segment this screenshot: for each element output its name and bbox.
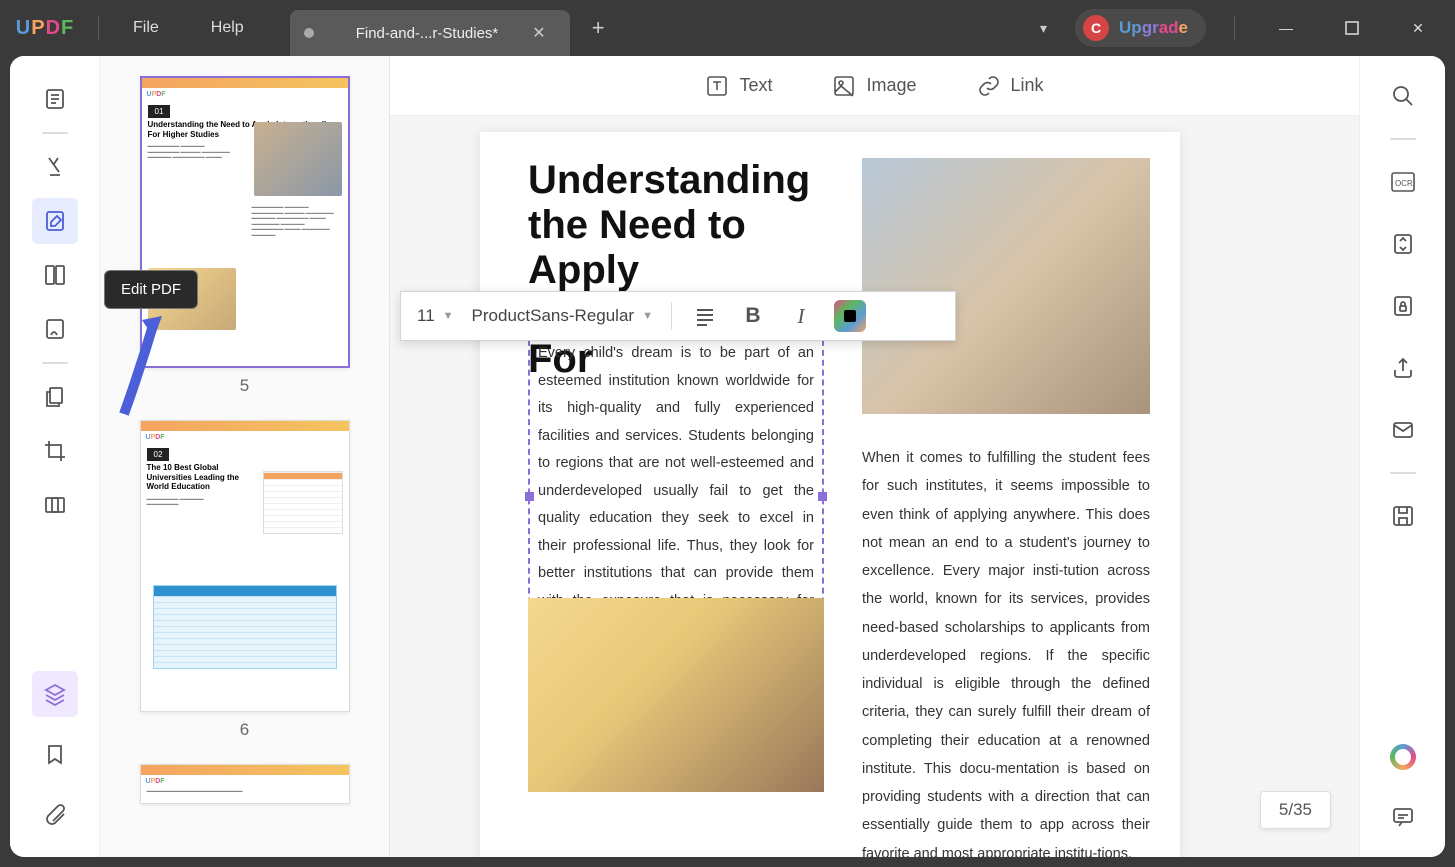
avatar: C — [1083, 15, 1109, 41]
pages-tool[interactable] — [32, 374, 78, 420]
close-button[interactable]: ✕ — [1395, 8, 1441, 48]
selection-handle-right[interactable] — [818, 492, 827, 501]
protect-icon[interactable] — [1383, 286, 1423, 326]
document-page[interactable]: Understanding the Need to Apply Internat… — [480, 132, 1180, 857]
email-icon[interactable] — [1383, 410, 1423, 450]
font-family-dropdown[interactable]: ProductSans-Regular▼ — [472, 306, 653, 326]
page-indicator[interactable]: 5/35 — [1260, 791, 1331, 829]
upgrade-button[interactable]: C Upgrade — [1075, 9, 1206, 47]
edit-pdf-tooltip: Edit PDF — [104, 270, 198, 309]
add-link-button[interactable]: Link — [977, 74, 1044, 98]
right-toolbar: OCR — [1359, 56, 1445, 857]
page-image-1 — [862, 158, 1150, 414]
tab-title: Find-and-...r-Studies* — [332, 25, 523, 42]
app-logo: UPDF — [0, 17, 90, 40]
left-toolbar — [10, 56, 100, 857]
svg-text:OCR: OCR — [1395, 179, 1413, 188]
menu-help[interactable]: Help — [185, 19, 270, 37]
page-image-2 — [528, 598, 824, 792]
text-color-button[interactable] — [834, 300, 866, 332]
align-icon[interactable] — [690, 301, 720, 331]
minimize-button[interactable]: — — [1263, 8, 1309, 48]
selection-handle-left[interactable] — [525, 492, 534, 501]
thumbnail-7[interactable]: UPDF ▬▬▬▬▬▬▬▬▬▬▬▬▬▬▬▬▬▬▬▬▬▬▬▬ — [118, 764, 371, 804]
titlebar: UPDF File Help Find-and-...r-Studies* ✕ … — [0, 0, 1455, 56]
page-text-column-2: When it comes to fulfilling the student … — [862, 444, 1150, 857]
organize-tool[interactable] — [32, 252, 78, 298]
edit-toolbar: Text Image Link — [390, 56, 1359, 116]
thumbnail-panel: UPDF 01 Understanding the Need to Apply … — [100, 56, 390, 857]
upgrade-label: Upgrade — [1119, 18, 1188, 38]
ai-icon[interactable] — [1383, 737, 1423, 777]
save-icon[interactable] — [1383, 496, 1423, 536]
font-size-dropdown[interactable]: 11▼ — [417, 306, 454, 326]
search-icon[interactable] — [1383, 76, 1423, 116]
text-format-bar: 11▼ ProductSans-Regular▼ B I — [400, 291, 956, 341]
add-image-button[interactable]: Image — [832, 74, 916, 98]
document-tab[interactable]: Find-and-...r-Studies* ✕ — [290, 10, 570, 56]
fill-sign-tool[interactable] — [32, 306, 78, 352]
menu-file[interactable]: File — [107, 19, 185, 37]
close-tab-icon[interactable]: ✕ — [522, 19, 555, 47]
attachment-tool[interactable] — [32, 791, 78, 837]
maximize-button[interactable] — [1329, 8, 1375, 48]
bookmark-tool[interactable] — [32, 731, 78, 777]
share-icon[interactable] — [1383, 348, 1423, 388]
compare-tool[interactable] — [32, 482, 78, 528]
crop-tool[interactable] — [32, 428, 78, 474]
thumbnail-6[interactable]: UPDF 02 The 10 Best Global Universities … — [118, 420, 371, 740]
convert-icon[interactable] — [1383, 224, 1423, 264]
pointer-arrow-icon — [114, 316, 164, 426]
ocr-icon[interactable]: OCR — [1383, 162, 1423, 202]
comment-tool[interactable] — [32, 144, 78, 190]
layers-tool[interactable] — [32, 671, 78, 717]
add-tab-button[interactable]: + — [570, 15, 627, 41]
chat-icon[interactable] — [1383, 797, 1423, 837]
chevron-down-icon[interactable]: ▾ — [1032, 12, 1055, 45]
reader-tool[interactable] — [32, 76, 78, 122]
bold-button[interactable]: B — [738, 301, 768, 331]
tab-indicator-icon — [304, 28, 314, 38]
edit-pdf-tool[interactable] — [32, 198, 78, 244]
thumb-page-number: 6 — [118, 720, 371, 740]
italic-button[interactable]: I — [786, 301, 816, 331]
add-text-button[interactable]: Text — [705, 74, 772, 98]
document-area: Text Image Link Understanding the Need t… — [390, 56, 1359, 857]
